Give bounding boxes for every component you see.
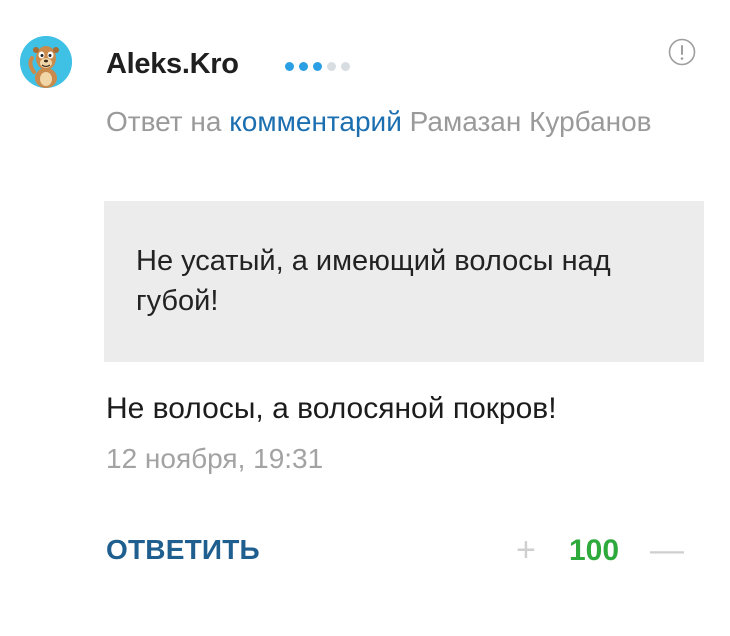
- quoted-comment: Не усатый, а имеющий волосы над губой!: [104, 201, 704, 362]
- reply-to-author[interactable]: Рамазан Курбанов: [410, 106, 652, 137]
- comment-body: Не волосы, а волосяной покров!: [106, 392, 557, 425]
- meerkat-avatar-icon: [20, 36, 72, 88]
- reply-prefix: Ответ на: [106, 106, 222, 137]
- rating-dot-empty: [327, 62, 336, 71]
- reply-button[interactable]: ОТВЕТИТЬ: [106, 534, 260, 566]
- rating-dot-filled: [299, 62, 308, 71]
- comment-timestamp: 12 ноября, 19:31: [106, 443, 324, 474]
- parent-comment-link[interactable]: комментарий: [229, 106, 402, 137]
- downvote-button[interactable]: —: [650, 530, 684, 570]
- exclamation-circle-icon[interactable]: [668, 38, 696, 66]
- rating-dot-filled: [285, 62, 294, 71]
- avatar[interactable]: [20, 36, 72, 88]
- quote-text: Не усатый, а имеющий волосы над губой!: [136, 245, 611, 317]
- comment-card: Aleks.Kro Ответ на комментарий Рамазан К…: [0, 0, 730, 636]
- author-rating-dots: [285, 62, 350, 71]
- upvote-button[interactable]: +: [516, 530, 536, 570]
- author-name[interactable]: Aleks.Kro: [106, 48, 239, 81]
- reply-context: Ответ на комментарий Рамазан Курбанов: [106, 100, 696, 143]
- comment-score: 100: [569, 534, 620, 567]
- rating-dot-empty: [341, 62, 350, 71]
- rating-dot-filled: [313, 62, 322, 71]
